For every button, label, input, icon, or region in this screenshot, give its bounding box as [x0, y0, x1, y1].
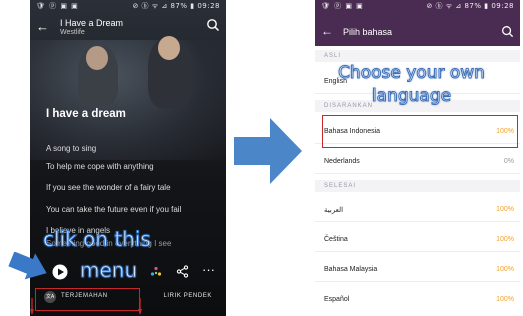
back-arrow-icon[interactable]: ← — [36, 20, 49, 33]
lyric-line: If you see the wonder of a fairy tale — [46, 183, 171, 192]
instruction-caption: clik on this — [43, 227, 152, 251]
highlight-box — [322, 115, 518, 148]
lyric-line: You can take the future even if you fail — [46, 205, 182, 214]
language-name: Nederlands — [324, 158, 360, 165]
status-icons: 🛡 ⓟ ▣ ▣ — [321, 2, 364, 10]
language-name: العربية — [324, 207, 344, 214]
progress-percent: 100% — [496, 206, 514, 213]
instruction-caption: Choose your own language — [300, 62, 523, 108]
song-title: I Have a Dream — [60, 18, 124, 28]
status-bar: 🛡 ⓟ ▣ ▣ ⊘ ⓑ ᯤ ⊿ 87% ▮ 09:28 — [30, 0, 226, 12]
pointer-arrow-icon — [234, 118, 302, 184]
list-item[interactable]: Bahasa Malaysia 100% — [315, 258, 520, 282]
language-name: Bahasa Malaysia — [324, 266, 378, 273]
artist-name: Westlife — [60, 29, 85, 36]
background-face — [86, 46, 108, 70]
tutorial-composite: 🛡 ⓟ ▣ ▣ ⊘ ⓑ ᯤ ⊿ 87% ▮ 09:28 ← I Have a D… — [0, 0, 523, 316]
status-readout: ⊘ ⓑ ᯤ ⊿ 87% ▮ 09:28 — [426, 2, 514, 10]
list-item[interactable]: Español 100% — [315, 288, 520, 312]
progress-percent: 0% — [503, 158, 514, 165]
more-options-icon[interactable]: ··· — [202, 262, 215, 277]
section-header-finished: SELESAI — [315, 180, 520, 192]
back-arrow-icon[interactable]: ← — [321, 25, 333, 37]
list-item[interactable]: Čeština 100% — [315, 228, 520, 252]
list-item[interactable]: العربية 100% — [315, 198, 520, 222]
share-icon[interactable] — [176, 265, 189, 278]
progress-percent: 100% — [496, 296, 514, 303]
caption-line: Choose your own — [338, 63, 486, 84]
background-photo — [30, 40, 226, 160]
pointer-arrow-icon — [8, 252, 47, 280]
instruction-caption: menu — [79, 258, 138, 282]
status-readout: ⊘ ⓑ ᯤ ⊿ 87% ▮ 09:28 — [132, 2, 220, 10]
status-bar: 🛡 ⓟ ▣ ▣ ⊘ ⓑ ᯤ ⊿ 87% ▮ 09:28 — [315, 0, 520, 12]
page-title: Pilih bahasa — [343, 27, 393, 37]
status-icons: 🛡 ⓟ ▣ ▣ — [36, 2, 79, 10]
player-header: ← I Have a Dream Westlife — [30, 12, 226, 42]
visualizer-icon[interactable] — [150, 266, 162, 278]
play-icon[interactable] — [52, 264, 68, 280]
search-icon[interactable] — [206, 18, 220, 32]
language-name: Čeština — [324, 236, 348, 243]
lyrics-heading: I have a dream — [46, 108, 126, 120]
language-screen: 🛡 ⓟ ▣ ▣ ⊘ ⓑ ᯤ ⊿ 87% ▮ 09:28 ← Pilih baha… — [315, 0, 520, 316]
caption-line: language — [371, 86, 452, 107]
progress-percent: 100% — [496, 266, 514, 273]
search-icon[interactable] — [501, 25, 514, 38]
short-lyrics-tab[interactable]: LIRIK PENDEK — [163, 293, 212, 299]
lyric-line: A song to sing — [46, 144, 97, 153]
pointer-arrow-icon — [30, 298, 142, 315]
app-bar: 🛡 ⓟ ▣ ▣ ⊘ ⓑ ᯤ ⊿ 87% ▮ 09:28 ← Pilih baha… — [315, 0, 520, 46]
language-name: Español — [324, 296, 350, 303]
section-header-original: ASLI — [315, 50, 520, 62]
progress-percent: 100% — [496, 236, 514, 243]
list-item[interactable]: Nederlands 0% — [315, 150, 520, 174]
lyric-line: To help me cope with anything — [46, 162, 154, 171]
